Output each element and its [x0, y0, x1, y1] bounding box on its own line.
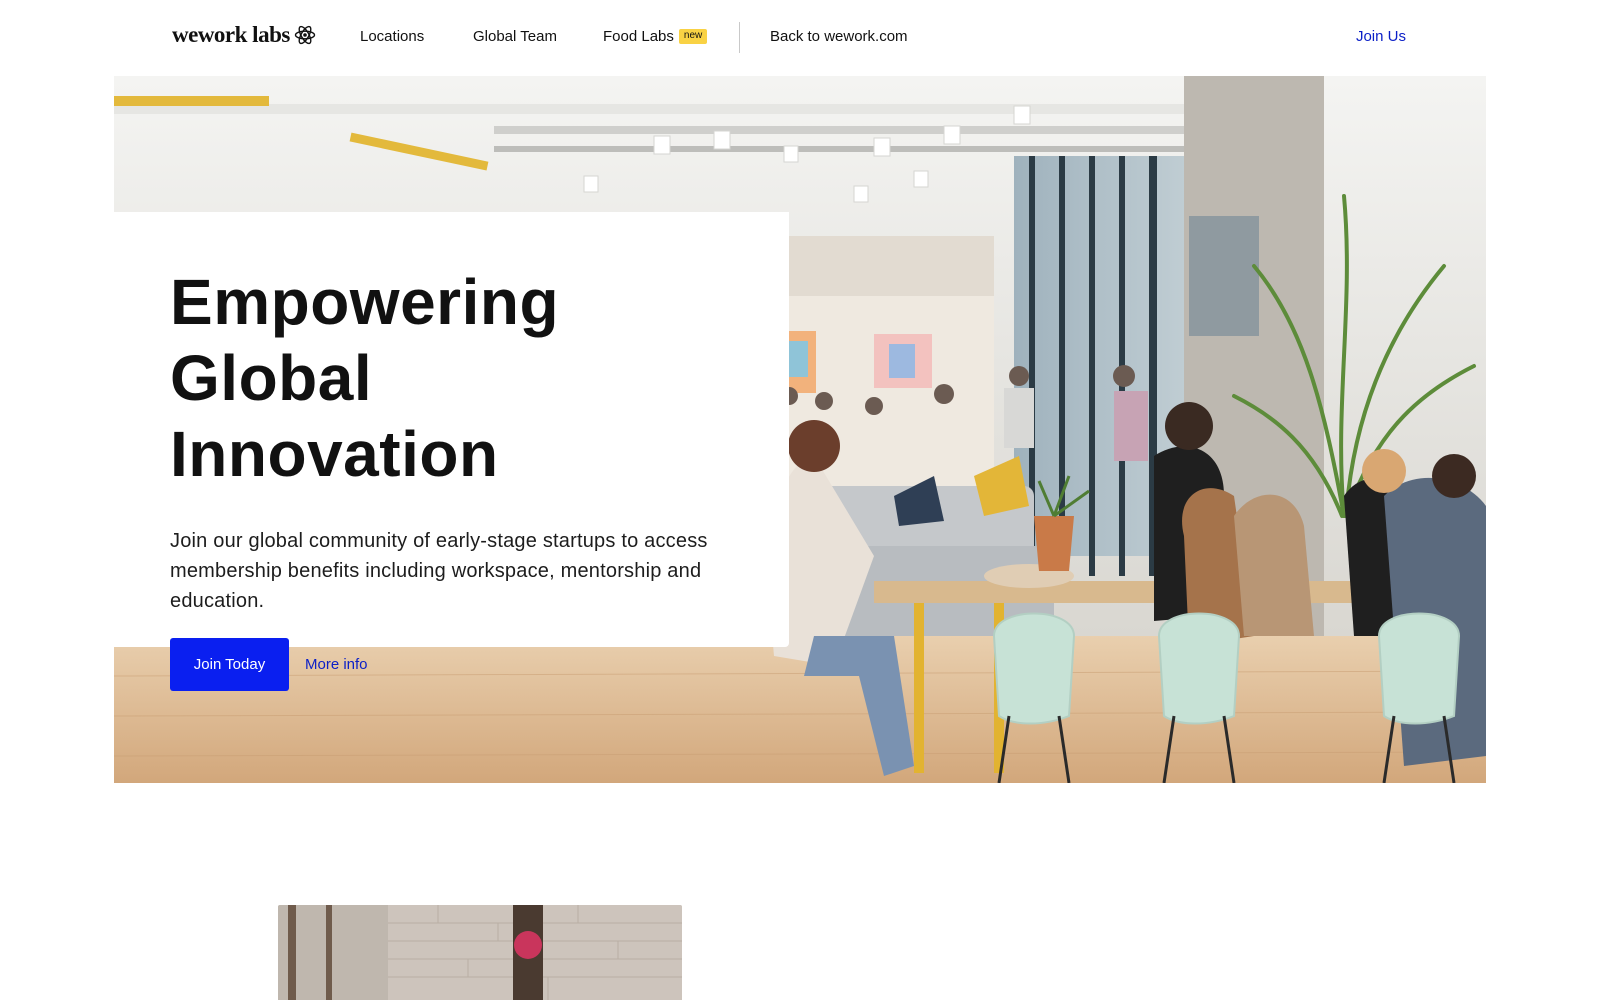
nav-food-labs-link[interactable]: Food Labs new	[603, 28, 708, 45]
hero-title-line1: Empowering Global	[170, 266, 560, 414]
nav-divider	[739, 22, 740, 53]
new-badge: new	[678, 29, 708, 44]
more-info-link[interactable]: More info	[305, 656, 368, 673]
logo-text: wework labs	[172, 22, 290, 47]
wework-labs-logo[interactable]: wework labs	[172, 22, 316, 48]
nav-locations-link[interactable]: Locations	[360, 28, 424, 45]
nav-back-to-wework-link[interactable]: Back to wework.com	[770, 28, 908, 45]
brick-wall-office-photo	[278, 905, 682, 1000]
hero-subtitle: Join our global community of early-stage…	[170, 530, 708, 612]
top-nav: wework labs Locations Global Team Food L…	[0, 0, 1600, 76]
hero-title-line2: Innovation	[170, 418, 499, 490]
join-us-link[interactable]: Join Us	[1356, 28, 1406, 45]
join-today-button[interactable]: Join Today	[170, 638, 289, 691]
hero-actions: Join Today More info	[170, 638, 733, 691]
hero-card: Empowering Global Innovation Join our gl…	[114, 212, 789, 691]
hero-title: Empowering Global Innovation	[170, 264, 733, 492]
nav-food-labs-label: Food Labs	[603, 28, 674, 45]
nav-global-team-link[interactable]: Global Team	[473, 28, 557, 45]
atom-icon	[294, 24, 316, 46]
